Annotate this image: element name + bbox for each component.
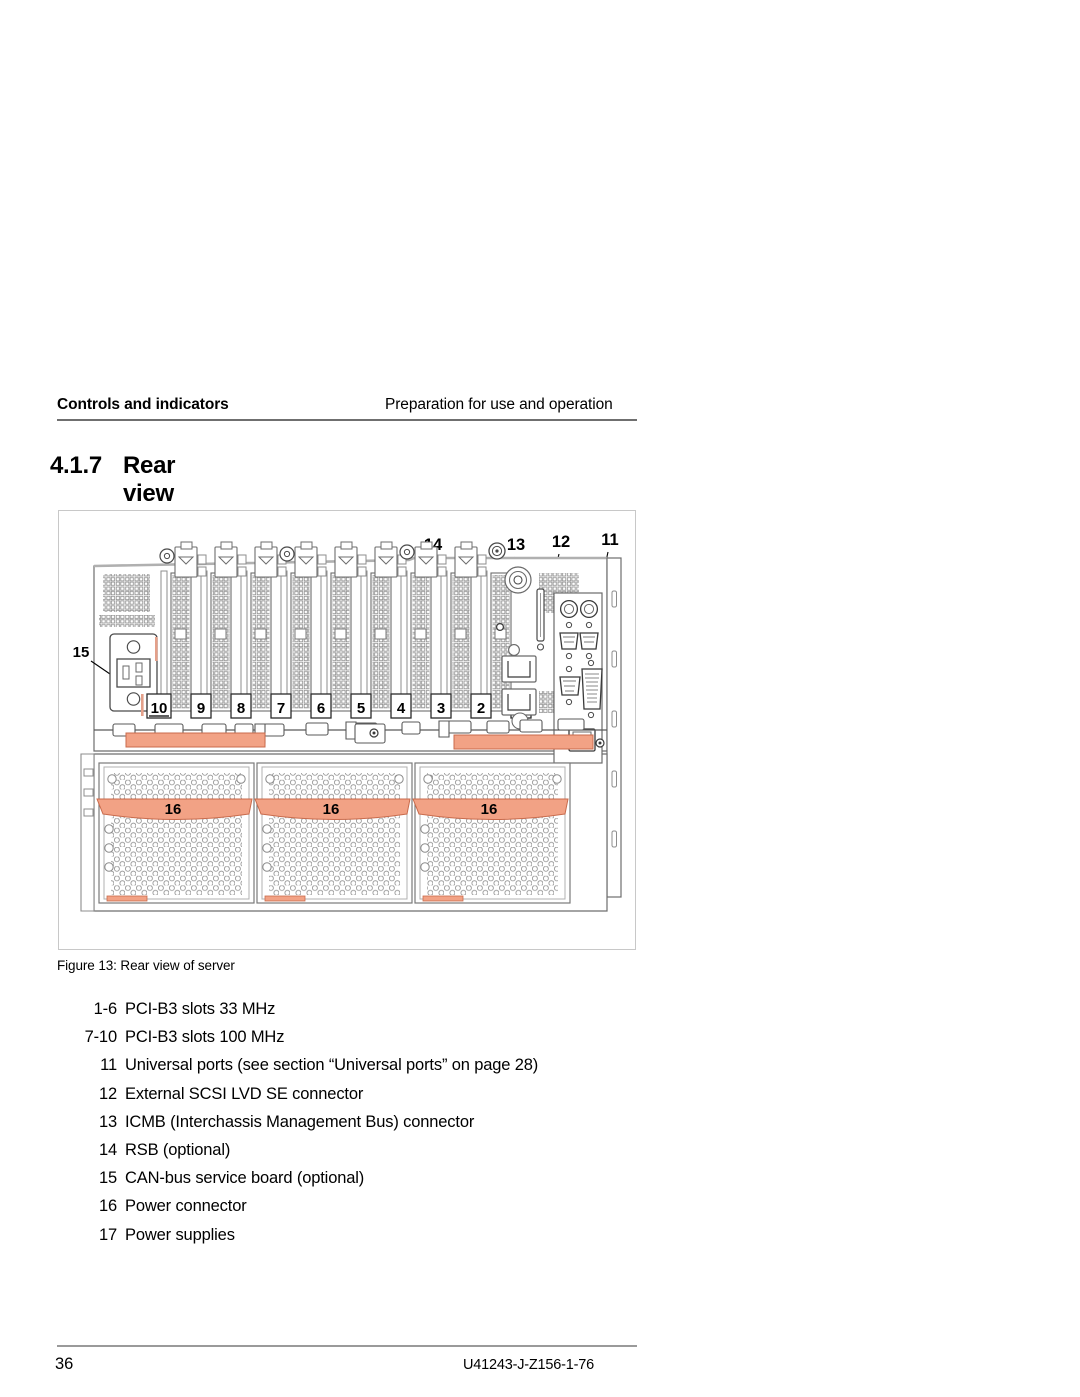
- chassis-round-port: [504, 566, 532, 594]
- legend-key: 11: [100, 1056, 117, 1075]
- pci-slot-column-4: [400, 570, 432, 712]
- left-rail-mount-slots: [83, 768, 94, 817]
- slot-number-10: 10: [146, 693, 172, 719]
- legend-value: PCI-B3 slots 33 MHz: [125, 1000, 276, 1018]
- legend-value: External SCSI LVD SE connector: [125, 1084, 364, 1103]
- legend-item: 14 RSB (optional): [57, 1141, 677, 1169]
- legend-value: Power supplies: [125, 1225, 235, 1244]
- slot-number-4: 4: [390, 693, 412, 719]
- legend-item: 17 Power supplies: [57, 1226, 677, 1254]
- svg-text:16: 16: [165, 801, 182, 818]
- legend-key: 7-10: [84, 1028, 118, 1047]
- section-number: 4.1.7: [50, 452, 102, 479]
- legend-key: 13: [98, 1112, 117, 1131]
- header-left-title: Controls and indicators: [57, 396, 229, 413]
- svg-text:5: 5: [357, 700, 365, 717]
- highlight-bar-right: [453, 734, 594, 750]
- figure-legend: 1-6 PCI-B3 slots 33 MHz 7-10 PCI-B3 slot…: [57, 1000, 677, 1254]
- svg-text:10: 10: [151, 700, 168, 717]
- legend-item: 15 CAN-bus service board (optional): [57, 1169, 677, 1197]
- slot-number-2: 2: [470, 693, 492, 719]
- legend-key: 14: [98, 1140, 117, 1159]
- legend-key: 12: [98, 1084, 117, 1103]
- slot-number-8: 8: [230, 693, 252, 719]
- slot-number-9: 9: [190, 693, 212, 719]
- slot-number-6: 6: [310, 693, 332, 719]
- server-rear-view-diagram: 14 13 12 11 15 10 9 8 7 6 5 4 3 2 16 16 …: [73, 531, 622, 912]
- pci-slot-column-8: [240, 570, 272, 712]
- svg-text:7: 7: [277, 700, 285, 717]
- legend-value: Universal ports (see section “Universal …: [125, 1056, 539, 1075]
- legend-item: 12 External SCSI LVD SE connector: [57, 1085, 677, 1113]
- legend-value: Power connector: [125, 1197, 247, 1216]
- legend-key: 1-6: [93, 1000, 118, 1018]
- highlight-bar-left: [125, 732, 266, 748]
- chassis-left-rail: [80, 753, 95, 912]
- svg-text:13: 13: [507, 536, 525, 554]
- slot-number-5: 5: [350, 693, 372, 719]
- legend-value: PCI-B3 slots 100 MHz: [125, 1028, 285, 1047]
- legend-value: CAN-bus service board (optional): [125, 1169, 365, 1188]
- section-title: Rear view: [123, 452, 176, 507]
- pci-slot-column-9: [200, 570, 232, 712]
- mid-thumbscrew: [354, 723, 386, 744]
- legend-item: 16 Power connector: [57, 1197, 677, 1225]
- figure-caption: Figure 13: Rear view of server: [57, 958, 235, 973]
- svg-text:12: 12: [552, 533, 570, 551]
- header-right-title: Preparation for use and operation: [385, 396, 613, 413]
- svg-text:3: 3: [437, 700, 445, 717]
- slot-number-3: 3: [430, 693, 452, 719]
- legend-key: 17: [98, 1225, 117, 1244]
- left-vent-block: [99, 574, 155, 627]
- power-supply-unit-3: 16: [412, 762, 571, 904]
- legend-value: ICMB (Interchassis Management Bus) conne…: [125, 1112, 475, 1131]
- legend-key: 16: [98, 1197, 117, 1216]
- figure-rear-view-of-server: 14 13 12 11 15 10 9 8 7 6 5 4 3 2 16 16 …: [58, 510, 636, 950]
- svg-text:16: 16: [481, 801, 498, 818]
- external-scsi-connector: [536, 588, 545, 651]
- svg-text:9: 9: [197, 700, 205, 717]
- power-supply-unit-2: 16: [254, 762, 413, 904]
- legend-item: 13 ICMB (Interchassis Management Bus) co…: [57, 1113, 677, 1141]
- header-rule: [57, 419, 637, 421]
- document-id: U41243-J-Z156-1-76: [463, 1357, 594, 1373]
- pci-slot-column-7: [280, 570, 312, 712]
- svg-text:11: 11: [601, 531, 618, 549]
- svg-text:8: 8: [237, 700, 245, 717]
- svg-text:16: 16: [323, 801, 340, 818]
- document-page: Controls and indicators Preparation for …: [0, 0, 1080, 1397]
- legend-item: 7-10 PCI-B3 slots 100 MHz: [57, 1028, 677, 1056]
- page-number: 36: [55, 1355, 74, 1373]
- pci-slot-column-5: [360, 570, 392, 712]
- svg-text:2: 2: [477, 700, 485, 717]
- power-supply-unit-1: 16: [96, 762, 255, 904]
- footer-rule: [57, 1345, 637, 1347]
- legend-item: 1-6 PCI-B3 slots 33 MHz: [57, 1000, 677, 1028]
- running-header: Controls and indicators Preparation for …: [57, 396, 637, 426]
- parallel-port-db25: [581, 659, 603, 719]
- pci-slot-column-6: [320, 570, 352, 712]
- svg-text:15: 15: [73, 644, 90, 661]
- legend-key: 15: [98, 1169, 117, 1188]
- icmb-connector: [496, 622, 505, 631]
- slot-number-7: 7: [270, 693, 292, 719]
- pci-slot-column-3: [440, 570, 472, 712]
- pci-slot-columns: [160, 570, 512, 712]
- pci-slot-column-10: [160, 570, 192, 712]
- legend-value: RSB (optional): [125, 1140, 231, 1159]
- svg-text:4: 4: [397, 700, 406, 717]
- right-thumbscrew: [595, 738, 605, 748]
- svg-text:6: 6: [317, 700, 325, 717]
- legend-item: 11 Universal ports (see section “Univers…: [57, 1056, 677, 1084]
